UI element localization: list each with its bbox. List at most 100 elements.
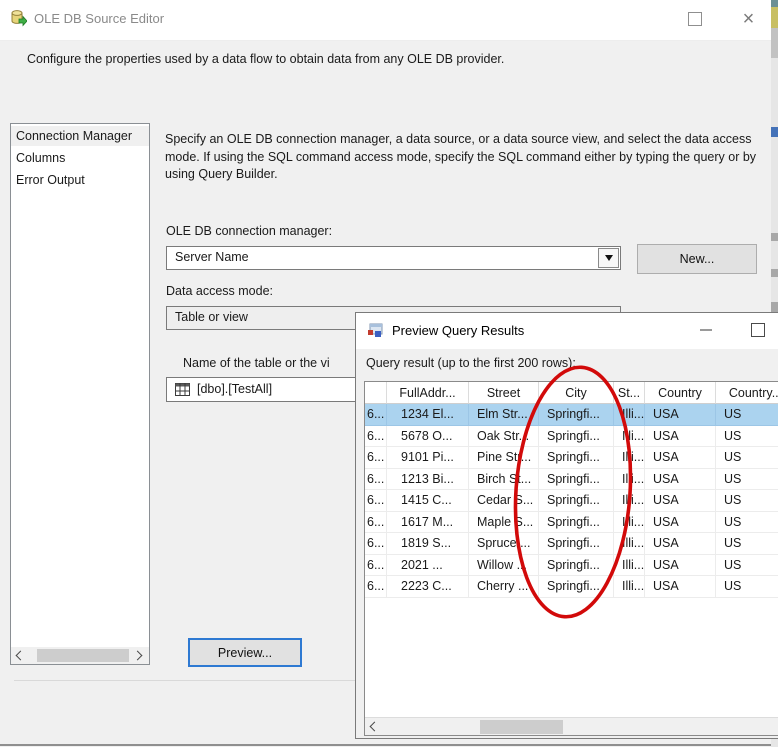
table-cell: USA bbox=[645, 426, 716, 448]
table-row[interactable]: 6...1819 S...Spruce ...Springfi...Illi..… bbox=[365, 533, 778, 555]
table-cell: Illi... bbox=[614, 555, 645, 577]
table-row[interactable]: 6...2223 C...Cherry ...Springfi...Illi..… bbox=[365, 576, 778, 598]
connection-manager-label: OLE DB connection manager: bbox=[166, 224, 332, 238]
grid-column-header[interactable] bbox=[365, 382, 387, 404]
new-button[interactable]: New... bbox=[637, 244, 757, 274]
database-source-icon bbox=[9, 9, 27, 27]
sliver-mark bbox=[771, 127, 778, 137]
table-cell: Pine Str... bbox=[469, 447, 539, 469]
table-cell: Illi... bbox=[614, 576, 645, 598]
screen: OLE DB Source Editor × Configure the pro… bbox=[0, 0, 778, 747]
maximize-icon bbox=[751, 323, 765, 337]
table-cell: USA bbox=[645, 469, 716, 491]
table-cell: Springfi... bbox=[539, 533, 614, 555]
table-cell: 6... bbox=[365, 426, 387, 448]
table-cell: US bbox=[716, 426, 778, 448]
sliver-mark bbox=[771, 269, 778, 277]
scroll-left-icon[interactable] bbox=[16, 651, 26, 661]
sliver-mark bbox=[771, 28, 778, 58]
table-row[interactable]: 6...5678 O...Oak Str...Springfi...Illi..… bbox=[365, 426, 778, 448]
grid-horizontal-scrollbar[interactable] bbox=[365, 717, 778, 735]
table-cell: USA bbox=[645, 533, 716, 555]
table-cell: 6... bbox=[365, 576, 387, 598]
table-cell: Illi... bbox=[614, 490, 645, 512]
table-cell: Elm Str... bbox=[469, 404, 539, 426]
table-cell: Maple S... bbox=[469, 512, 539, 534]
preview-window-icon bbox=[367, 323, 383, 339]
sidebar-item-connection-manager[interactable]: Connection Manager bbox=[11, 126, 149, 146]
table-cell: US bbox=[716, 447, 778, 469]
table-cell: 6... bbox=[365, 512, 387, 534]
table-cell: USA bbox=[645, 447, 716, 469]
table-cell: USA bbox=[645, 404, 716, 426]
table-cell: USA bbox=[645, 512, 716, 534]
grid-column-header[interactable]: St... bbox=[614, 382, 645, 404]
table-cell: US bbox=[716, 404, 778, 426]
table-icon bbox=[175, 383, 190, 399]
scrollbar-thumb[interactable] bbox=[480, 720, 563, 734]
table-cell: Illi... bbox=[614, 469, 645, 491]
sidebar-item-columns[interactable]: Columns bbox=[11, 148, 149, 168]
table-row[interactable]: 6...1213 Bi...Birch St...Springfi...Illi… bbox=[365, 469, 778, 491]
table-row[interactable]: 6...1415 C...Cedar S...Springfi...Illi..… bbox=[365, 490, 778, 512]
grid-column-header[interactable]: Street bbox=[469, 382, 539, 404]
query-result-label: Query result (up to the first 200 rows): bbox=[366, 356, 576, 370]
connection-manager-dropdown-button[interactable] bbox=[598, 248, 619, 268]
table-cell: 6... bbox=[365, 404, 387, 426]
scrollbar-thumb[interactable] bbox=[37, 649, 129, 662]
table-cell: Springfi... bbox=[539, 404, 614, 426]
table-cell: USA bbox=[645, 490, 716, 512]
table-cell: Spruce ... bbox=[469, 533, 539, 555]
scroll-right-icon[interactable] bbox=[133, 651, 143, 661]
grid-column-header[interactable]: FullAddr... bbox=[387, 382, 469, 404]
preview-button[interactable]: Preview... bbox=[188, 638, 302, 667]
table-name-value: [dbo].[TestAll] bbox=[197, 382, 272, 396]
table-cell: USA bbox=[645, 576, 716, 598]
table-row[interactable]: 6...1617 M...Maple S...Springfi...Illi..… bbox=[365, 512, 778, 534]
scroll-left-icon[interactable] bbox=[370, 722, 380, 732]
table-cell: 6... bbox=[365, 490, 387, 512]
connection-manager-combo[interactable]: Server Name bbox=[166, 246, 621, 270]
sidebar-item-error-output[interactable]: Error Output bbox=[11, 170, 149, 190]
sidebar-horizontal-scrollbar[interactable] bbox=[11, 647, 149, 664]
table-row[interactable]: 6...1234 El...Elm Str...Springfi...Illi.… bbox=[365, 404, 778, 426]
table-cell: 5678 O... bbox=[387, 426, 469, 448]
window-bottom-edge bbox=[0, 744, 771, 746]
table-cell: 6... bbox=[365, 555, 387, 577]
table-cell: Springfi... bbox=[539, 555, 614, 577]
table-cell: 2223 C... bbox=[387, 576, 469, 598]
table-cell: Illi... bbox=[614, 447, 645, 469]
table-cell: Cedar S... bbox=[469, 490, 539, 512]
connection-manager-value: Server Name bbox=[175, 250, 249, 264]
maximize-button[interactable] bbox=[672, 0, 717, 38]
table-cell: 1617 M... bbox=[387, 512, 469, 534]
close-button[interactable]: × bbox=[726, 0, 771, 38]
data-access-mode-label: Data access mode: bbox=[166, 284, 273, 298]
table-row[interactable]: 6...9101 Pi...Pine Str...Springfi...Illi… bbox=[365, 447, 778, 469]
grid-column-header[interactable]: Country bbox=[645, 382, 716, 404]
data-access-mode-value: Table or view bbox=[175, 310, 248, 324]
table-cell: Springfi... bbox=[539, 576, 614, 598]
preview-maximize-button[interactable] bbox=[738, 313, 778, 347]
table-cell: Springfi... bbox=[539, 447, 614, 469]
table-cell: Illi... bbox=[614, 404, 645, 426]
table-row[interactable]: 6...2021 ...Willow ...Springfi...Illi...… bbox=[365, 555, 778, 577]
grid-header-row: FullAddr...StreetCitySt...CountryCountry… bbox=[365, 382, 778, 404]
preview-dialog-title: Preview Query Results bbox=[392, 323, 524, 338]
table-cell: 1213 Bi... bbox=[387, 469, 469, 491]
grid-column-header[interactable]: Country... bbox=[716, 382, 778, 404]
table-name-label: Name of the table or the vi bbox=[183, 356, 330, 370]
grid-column-header[interactable]: City bbox=[539, 382, 614, 404]
table-cell: US bbox=[716, 576, 778, 598]
table-cell: Illi... bbox=[614, 533, 645, 555]
table-cell: US bbox=[716, 512, 778, 534]
window-title: OLE DB Source Editor bbox=[34, 11, 164, 26]
preview-minimize-button[interactable] bbox=[686, 313, 726, 347]
table-cell: 9101 Pi... bbox=[387, 447, 469, 469]
grid-rows: 6...1234 El...Elm Str...Springfi...Illi.… bbox=[365, 404, 778, 598]
table-cell: 6... bbox=[365, 469, 387, 491]
close-icon: × bbox=[743, 9, 755, 29]
minimize-icon bbox=[700, 329, 712, 331]
preview-query-results-dialog: Preview Query Results Query result (up t… bbox=[355, 312, 778, 739]
sliver-mark bbox=[771, 233, 778, 241]
